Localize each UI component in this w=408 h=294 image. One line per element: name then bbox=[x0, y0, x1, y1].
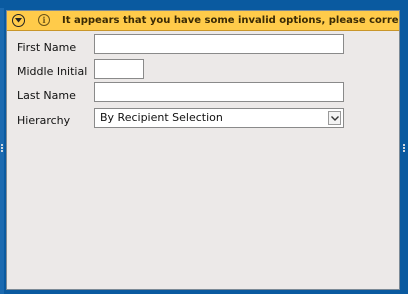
first-name-input[interactable] bbox=[94, 34, 344, 54]
chevron-down-icon[interactable] bbox=[328, 111, 341, 125]
window-frame: i It appears that you have some invalid … bbox=[0, 0, 408, 294]
warning-message: It appears that you have some invalid op… bbox=[62, 15, 399, 26]
middle-initial-label: Middle Initial bbox=[17, 65, 88, 78]
info-circle-icon: i bbox=[38, 14, 50, 26]
last-name-input[interactable] bbox=[94, 82, 344, 102]
left-resize-grip[interactable] bbox=[1, 143, 4, 157]
hierarchy-select[interactable]: By Recipient Selection bbox=[94, 108, 344, 128]
chevron-down-circle-icon[interactable] bbox=[12, 14, 25, 27]
hierarchy-label: Hierarchy bbox=[17, 114, 71, 127]
right-resize-grip[interactable] bbox=[403, 143, 406, 157]
warning-bar: i It appears that you have some invalid … bbox=[7, 11, 399, 31]
options-panel: i It appears that you have some invalid … bbox=[6, 10, 400, 290]
last-name-label: Last Name bbox=[17, 89, 76, 102]
hierarchy-selected-value: By Recipient Selection bbox=[100, 111, 223, 124]
middle-initial-input[interactable] bbox=[94, 59, 144, 79]
first-name-label: First Name bbox=[17, 41, 77, 54]
